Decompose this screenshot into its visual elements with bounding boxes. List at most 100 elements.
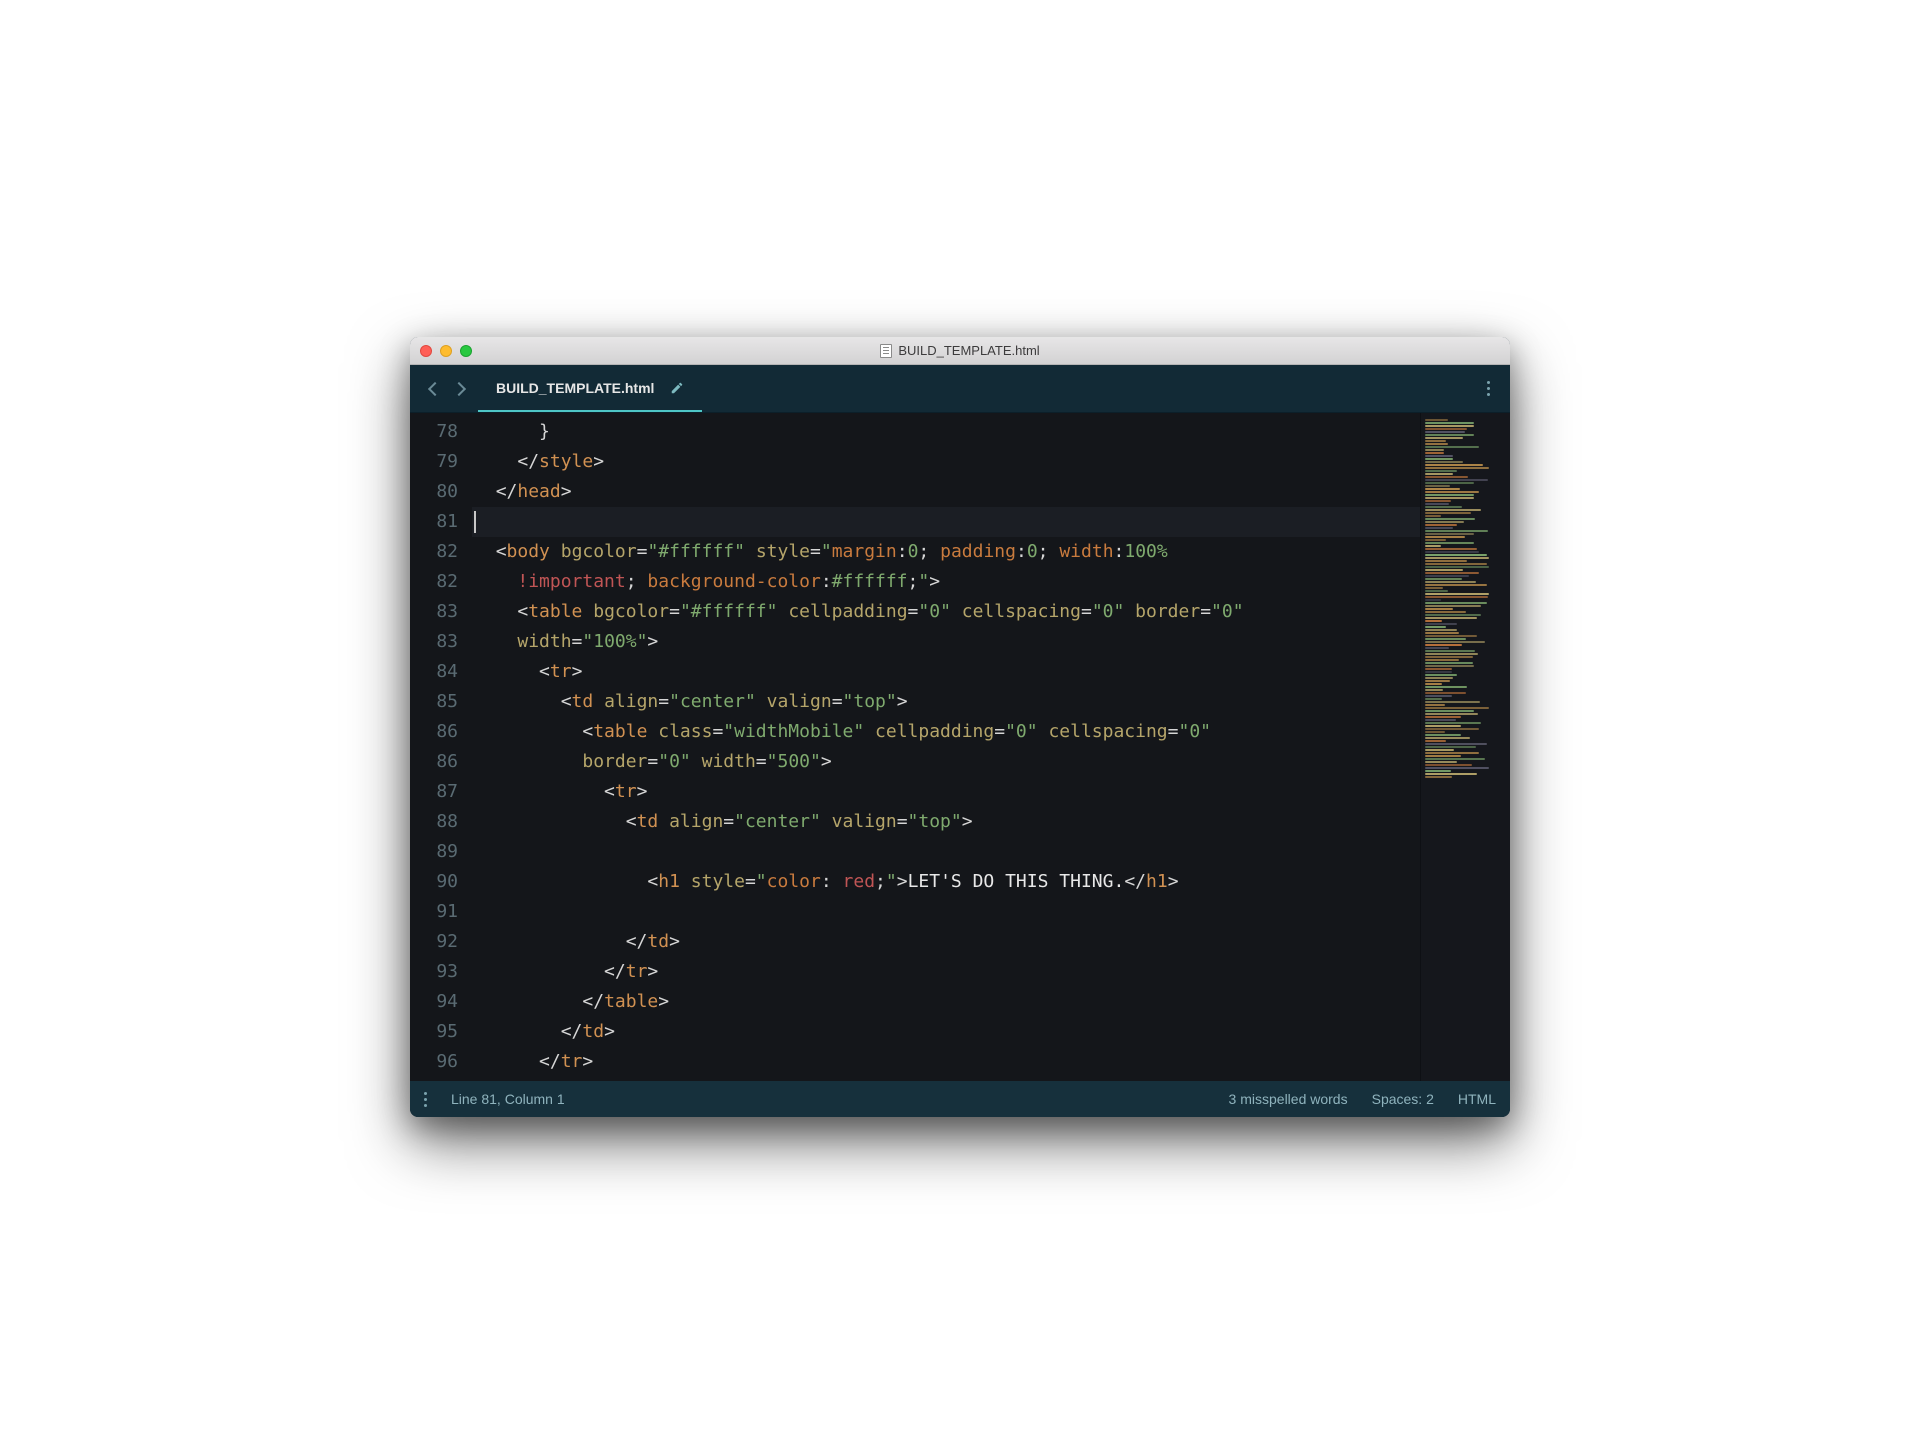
cursor-position[interactable]: Line 81, Column 1 — [451, 1091, 565, 1107]
code-line[interactable]: </tr> — [472, 1047, 1420, 1077]
minimap-line — [1425, 428, 1467, 430]
text-cursor — [474, 511, 476, 533]
code-line[interactable]: <td align="center" valign="top"> — [472, 807, 1420, 837]
code-line[interactable]: <h1 style="color: red;">LET'S DO THIS TH… — [472, 867, 1420, 897]
line-number: 86 — [410, 717, 458, 747]
minimap-line — [1425, 656, 1473, 658]
language-mode[interactable]: HTML — [1458, 1091, 1496, 1107]
code-line[interactable]: </td> — [472, 927, 1420, 957]
code-line[interactable]: </style> — [472, 447, 1420, 477]
minimap-line — [1425, 554, 1487, 556]
line-number: 79 — [410, 447, 458, 477]
minimap-line — [1425, 659, 1459, 661]
line-number: 86 — [410, 747, 458, 777]
line-number: 84 — [410, 657, 458, 687]
minimap-line — [1425, 485, 1450, 487]
code-line[interactable] — [472, 837, 1420, 867]
minimap-line — [1425, 620, 1442, 622]
zoom-window-button[interactable] — [460, 345, 472, 357]
code-line[interactable]: </tr> — [472, 957, 1420, 987]
line-number: 82 — [410, 537, 458, 567]
minimap-line — [1425, 635, 1477, 637]
minimap[interactable] — [1420, 413, 1510, 1081]
code-content[interactable]: } </style> </head> <body bgcolor="#fffff… — [466, 413, 1420, 1081]
code-line[interactable]: width="100%"> — [472, 627, 1420, 657]
minimap-line — [1425, 578, 1462, 580]
minimap-line — [1425, 509, 1481, 511]
minimap-line — [1425, 749, 1454, 751]
line-number-gutter: 7879808182828383848586868788899091929394… — [410, 413, 466, 1081]
minimap-line — [1425, 671, 1452, 673]
code-line[interactable]: <tr> — [472, 777, 1420, 807]
code-line[interactable]: </td> — [472, 1017, 1420, 1047]
line-number: 95 — [410, 1017, 458, 1047]
status-bar: Line 81, Column 1 3 misspelled words Spa… — [410, 1081, 1510, 1117]
minimap-line — [1425, 638, 1466, 640]
minimap-line — [1425, 560, 1467, 562]
minimap-line — [1425, 440, 1446, 442]
minimap-line — [1425, 503, 1449, 505]
minimap-line — [1425, 572, 1479, 574]
minimap-line — [1425, 695, 1452, 697]
minimap-line — [1425, 446, 1479, 448]
minimap-line — [1425, 581, 1476, 583]
minimap-line — [1425, 731, 1445, 733]
minimap-line — [1425, 746, 1476, 748]
spelling-status[interactable]: 3 misspelled words — [1229, 1091, 1348, 1107]
code-line[interactable]: <tr> — [472, 657, 1420, 687]
minimap-line — [1425, 542, 1474, 544]
line-number: 96 — [410, 1047, 458, 1077]
minimap-line — [1425, 533, 1474, 535]
status-menu-button[interactable] — [424, 1092, 427, 1107]
minimap-line — [1425, 686, 1467, 688]
minimap-line — [1425, 707, 1489, 709]
minimap-line — [1425, 548, 1477, 550]
code-line[interactable]: <td align="center" valign="top"> — [472, 687, 1420, 717]
minimap-line — [1425, 515, 1441, 517]
line-number: 78 — [410, 417, 458, 447]
minimap-line — [1425, 701, 1480, 703]
code-line[interactable]: border="0" width="500"> — [472, 747, 1420, 777]
minimize-window-button[interactable] — [440, 345, 452, 357]
indent-status[interactable]: Spaces: 2 — [1372, 1091, 1434, 1107]
code-line[interactable]: <table class="widthMobile" cellpadding="… — [472, 717, 1420, 747]
minimap-line — [1425, 539, 1446, 541]
tab-active[interactable]: BUILD_TEMPLATE.html — [478, 365, 702, 412]
code-line[interactable] — [472, 897, 1420, 927]
code-line[interactable]: <table bgcolor="#ffffff" cellpadding="0"… — [472, 597, 1420, 627]
minimap-line — [1425, 773, 1477, 775]
code-line[interactable]: <body bgcolor="#ffffff" style="margin:0;… — [472, 537, 1420, 567]
minimap-line — [1425, 512, 1471, 514]
close-window-button[interactable] — [420, 345, 432, 357]
minimap-line — [1425, 632, 1459, 634]
minimap-line — [1425, 752, 1479, 754]
line-number: 80 — [410, 477, 458, 507]
minimap-line — [1425, 500, 1451, 502]
minimap-line — [1425, 602, 1487, 604]
code-line[interactable]: !important; background-color:#ffffff;"> — [472, 567, 1420, 597]
code-line[interactable] — [472, 507, 1420, 537]
minimap-line — [1425, 698, 1442, 700]
minimap-line — [1425, 593, 1489, 595]
minimap-line — [1425, 677, 1453, 679]
line-number: 90 — [410, 867, 458, 897]
minimap-line — [1425, 518, 1475, 520]
tab-bar: BUILD_TEMPLATE.html — [410, 365, 1510, 413]
minimap-line — [1425, 551, 1479, 553]
nav-forward-button[interactable] — [452, 381, 466, 395]
code-line[interactable]: </head> — [472, 477, 1420, 507]
minimap-line — [1425, 596, 1488, 598]
line-number: 94 — [410, 987, 458, 1017]
minimap-line — [1425, 608, 1453, 610]
minimap-line — [1425, 614, 1481, 616]
line-number: 89 — [410, 837, 458, 867]
minimap-line — [1425, 761, 1457, 763]
nav-back-button[interactable] — [428, 381, 442, 395]
tab-overflow-menu-button[interactable] — [1473, 381, 1504, 396]
minimap-line — [1425, 527, 1453, 529]
minimap-line — [1425, 713, 1478, 715]
code-line[interactable]: } — [472, 417, 1420, 447]
code-line[interactable]: </table> — [472, 987, 1420, 1017]
minimap-line — [1425, 734, 1461, 736]
minimap-line — [1425, 530, 1488, 532]
